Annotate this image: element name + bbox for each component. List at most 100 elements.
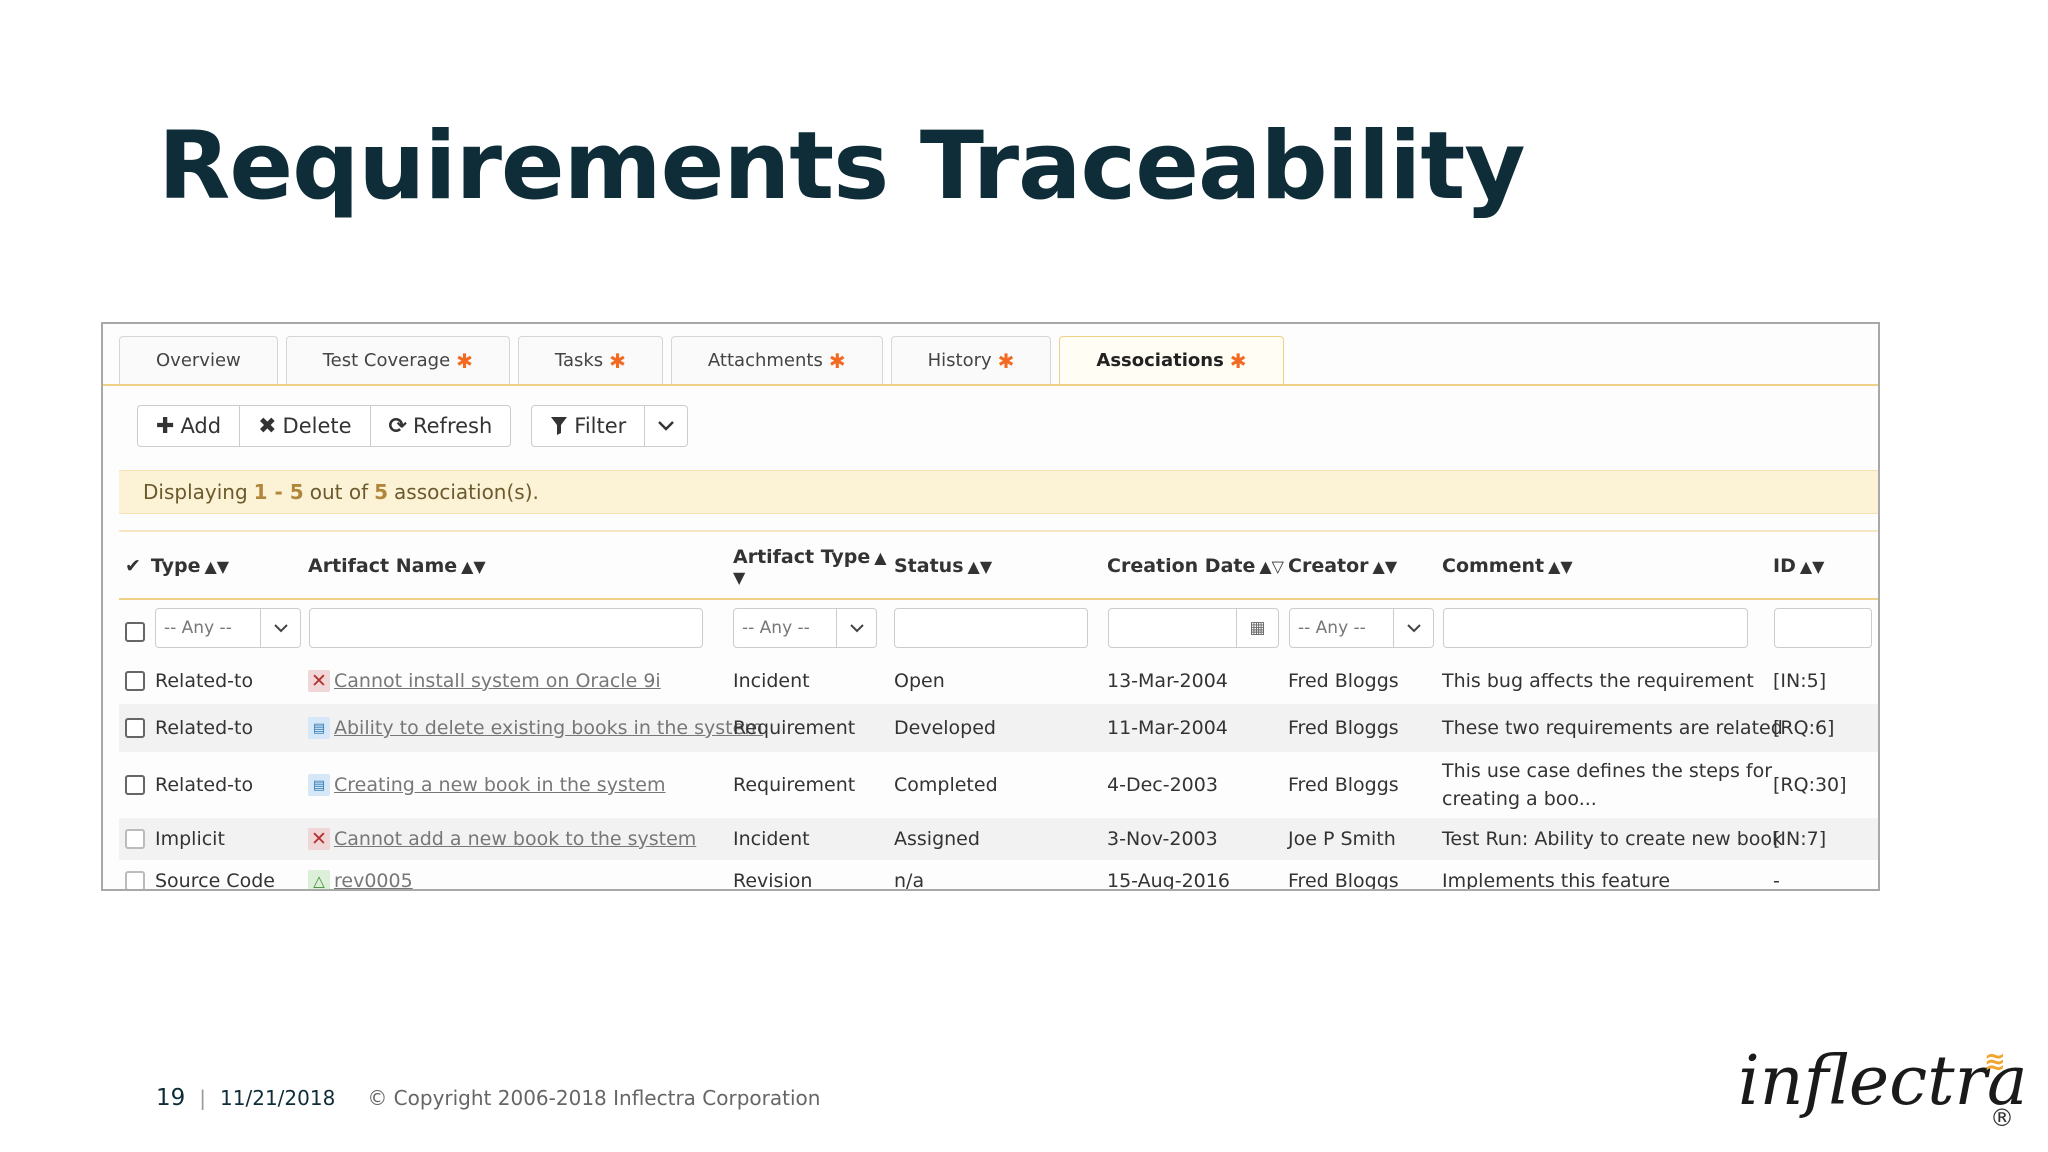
asterisk-icon: ✱	[609, 348, 626, 373]
filter-dropdown-button[interactable]	[645, 406, 687, 446]
column-header-artifact-name[interactable]: Artifact Name ▲▼	[308, 534, 486, 598]
section-divider	[119, 530, 1878, 532]
revision-icon: △	[308, 870, 330, 889]
sort-icon[interactable]: ▲▼	[1800, 557, 1825, 576]
id-cell: -	[1773, 870, 1780, 891]
action-button-group: ✚ Add ✖ Delete ⟳ Refresh	[137, 405, 512, 447]
status-cell: Developed	[894, 717, 996, 739]
artifact-link[interactable]: Creating a new book in the system	[334, 774, 665, 796]
header-label: Status	[894, 555, 964, 577]
row-checkbox[interactable]	[125, 829, 145, 849]
artifact-link[interactable]: Cannot install system on Oracle 9i	[334, 670, 661, 692]
status-filter-input[interactable]	[894, 608, 1088, 648]
artifact-type-filter-select[interactable]: -- Any --	[733, 608, 877, 648]
refresh-icon: ⟳	[388, 413, 407, 439]
tab-overview[interactable]: Overview	[119, 336, 278, 384]
table-row[interactable]: Related-to ▤ Ability to delete existing b…	[119, 704, 1878, 752]
calendar-icon[interactable]: ▦	[1236, 609, 1278, 647]
refresh-button[interactable]: ⟳ Refresh	[371, 406, 511, 446]
type-cell: Source Code	[155, 870, 275, 891]
asterisk-icon: ✱	[828, 348, 846, 373]
comment-line: creating a boo...	[1442, 788, 1597, 810]
table-row[interactable]: Source Code △ rev0005 Revision n/a 15-Aug…	[119, 860, 1878, 891]
delete-button[interactable]: ✖ Delete	[240, 406, 371, 446]
add-button[interactable]: ✚ Add	[138, 406, 241, 446]
date-cell: 4-Dec-2003	[1107, 774, 1218, 796]
column-header-id[interactable]: ID ▲▼	[1773, 534, 1824, 598]
sort-icon[interactable]: ▼	[733, 568, 745, 587]
filter-button[interactable]: Filter	[532, 406, 646, 446]
sort-icon[interactable]: ▲	[874, 548, 886, 567]
delete-label: Delete	[282, 414, 352, 438]
registered-mark: ®	[1990, 1104, 2014, 1132]
status-cell: Open	[894, 670, 945, 692]
select-value: -- Any --	[164, 618, 232, 638]
table-row[interactable]: Implicit ✕ Cannot add a new book to the s…	[119, 818, 1878, 860]
row-checkbox[interactable]	[125, 871, 145, 889]
type-cell: Related-to	[155, 670, 254, 692]
column-header-artifact-type[interactable]: Artifact Type ▲ ▼	[733, 534, 887, 598]
banner-range: 1 - 5	[253, 480, 304, 504]
tab-history[interactable]: History ✱	[890, 336, 1052, 384]
filter-label: Filter	[574, 414, 627, 438]
incident-icon: ✕	[308, 670, 330, 692]
column-header-type[interactable]: ✔ Type ▲▼	[125, 534, 229, 598]
header-label: Type	[150, 555, 201, 577]
banner-total: 5	[374, 480, 389, 504]
banner-prefix: Displaying	[143, 480, 248, 504]
slide-date: 11/21/2018	[220, 1086, 336, 1110]
id-cell: [IN:7]	[1773, 828, 1827, 850]
associations-panel: Overview Test Coverage ✱ Tasks ✱ Attachmen…	[101, 322, 1880, 891]
row-checkbox[interactable]	[125, 718, 145, 738]
table-row[interactable]: Related-to ▤ Creating a new book in the s…	[119, 752, 1878, 818]
date-cell: 3-Nov-2003	[1107, 828, 1218, 850]
artifact-link[interactable]: rev0005	[334, 870, 413, 889]
select-all-checkbox[interactable]	[125, 622, 145, 642]
artifact-name-filter-input[interactable]	[309, 608, 703, 648]
sort-icon[interactable]: ▲▼	[461, 557, 486, 576]
tab-attachments[interactable]: Attachments ✱	[670, 336, 883, 384]
tab-label: Tasks	[554, 350, 604, 371]
sort-icon[interactable]: ▲▼	[1548, 557, 1573, 576]
requirement-icon: ▤	[308, 774, 330, 796]
comment-cell: Implements this feature	[1442, 870, 1671, 891]
creator-cell: Fred Bloggs	[1288, 670, 1399, 692]
tab-label: Associations	[1096, 350, 1224, 371]
artifact-link[interactable]: Ability to delete existing books in the …	[334, 717, 763, 739]
header-label: Artifact Name	[308, 555, 458, 577]
tab-label: Attachments	[707, 350, 823, 371]
creation-date-filter-input[interactable]: ▦	[1108, 608, 1279, 648]
page-number: 19	[156, 1085, 186, 1111]
artifact-link[interactable]: Cannot add a new book to the system	[334, 828, 696, 850]
tab-tasks[interactable]: Tasks ✱	[517, 336, 663, 384]
row-checkbox[interactable]	[125, 671, 145, 691]
artifact-type-cell: Revision	[733, 870, 813, 891]
column-header-status[interactable]: Status ▲▼	[894, 534, 992, 598]
tab-test-coverage[interactable]: Test Coverage ✱	[285, 336, 510, 384]
results-banner: Displaying 1 - 5 out of 5 association(s)…	[119, 470, 1878, 514]
sort-icon[interactable]: ▲▽	[1259, 557, 1284, 576]
tab-associations[interactable]: Associations ✱	[1059, 336, 1284, 384]
table-row[interactable]: Related-to ✕ Cannot install system on Ora…	[119, 658, 1878, 704]
column-header-creation-date[interactable]: Creation Date ▲▽	[1107, 534, 1284, 598]
id-filter-input[interactable]	[1774, 608, 1872, 648]
slide-footer: 19 | 11/21/2018 © Copyright 2006-2018 In…	[156, 1085, 820, 1111]
comment-filter-input[interactable]	[1443, 608, 1748, 648]
sort-icon[interactable]: ▲▼	[968, 557, 993, 576]
comment-cell: These two requirements are related	[1442, 717, 1783, 739]
creator-filter-select[interactable]: -- Any --	[1289, 608, 1434, 648]
funnel-icon	[551, 417, 568, 435]
tab-divider	[103, 384, 1878, 386]
column-header-creator[interactable]: Creator ▲▼	[1288, 534, 1397, 598]
column-header-comment[interactable]: Comment ▲▼	[1442, 534, 1573, 598]
type-filter-select[interactable]: -- Any --	[155, 608, 301, 648]
chevron-down-icon	[658, 421, 675, 431]
creator-cell: Fred Bloggs	[1288, 717, 1399, 739]
chevron-down-icon	[836, 609, 876, 647]
sort-icon[interactable]: ▲▼	[1373, 557, 1398, 576]
row-checkbox[interactable]	[125, 775, 145, 795]
refresh-label: Refresh	[412, 414, 493, 438]
sort-icon[interactable]: ▲▼	[205, 557, 230, 576]
id-cell: [IN:5]	[1773, 670, 1827, 692]
artifact-type-cell: Requirement	[733, 717, 856, 739]
